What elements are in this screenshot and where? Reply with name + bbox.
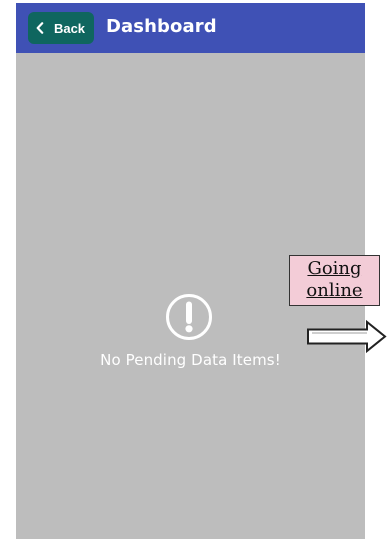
page-title: Dashboard — [106, 16, 217, 37]
back-button-label: Back — [53, 20, 86, 36]
right-arrow-icon — [307, 319, 387, 354]
app-bar: Back Dashboard — [16, 3, 365, 53]
chevron-left-icon — [36, 22, 44, 34]
annotation-line-2: online — [306, 280, 363, 301]
going-online-annotation: Going online — [289, 255, 380, 306]
annotation-line-1: Going — [307, 258, 362, 279]
back-button[interactable]: Back — [28, 12, 94, 44]
empty-state-message: No Pending Data Items! — [100, 351, 281, 369]
exclamation-circle-icon — [166, 294, 212, 340]
